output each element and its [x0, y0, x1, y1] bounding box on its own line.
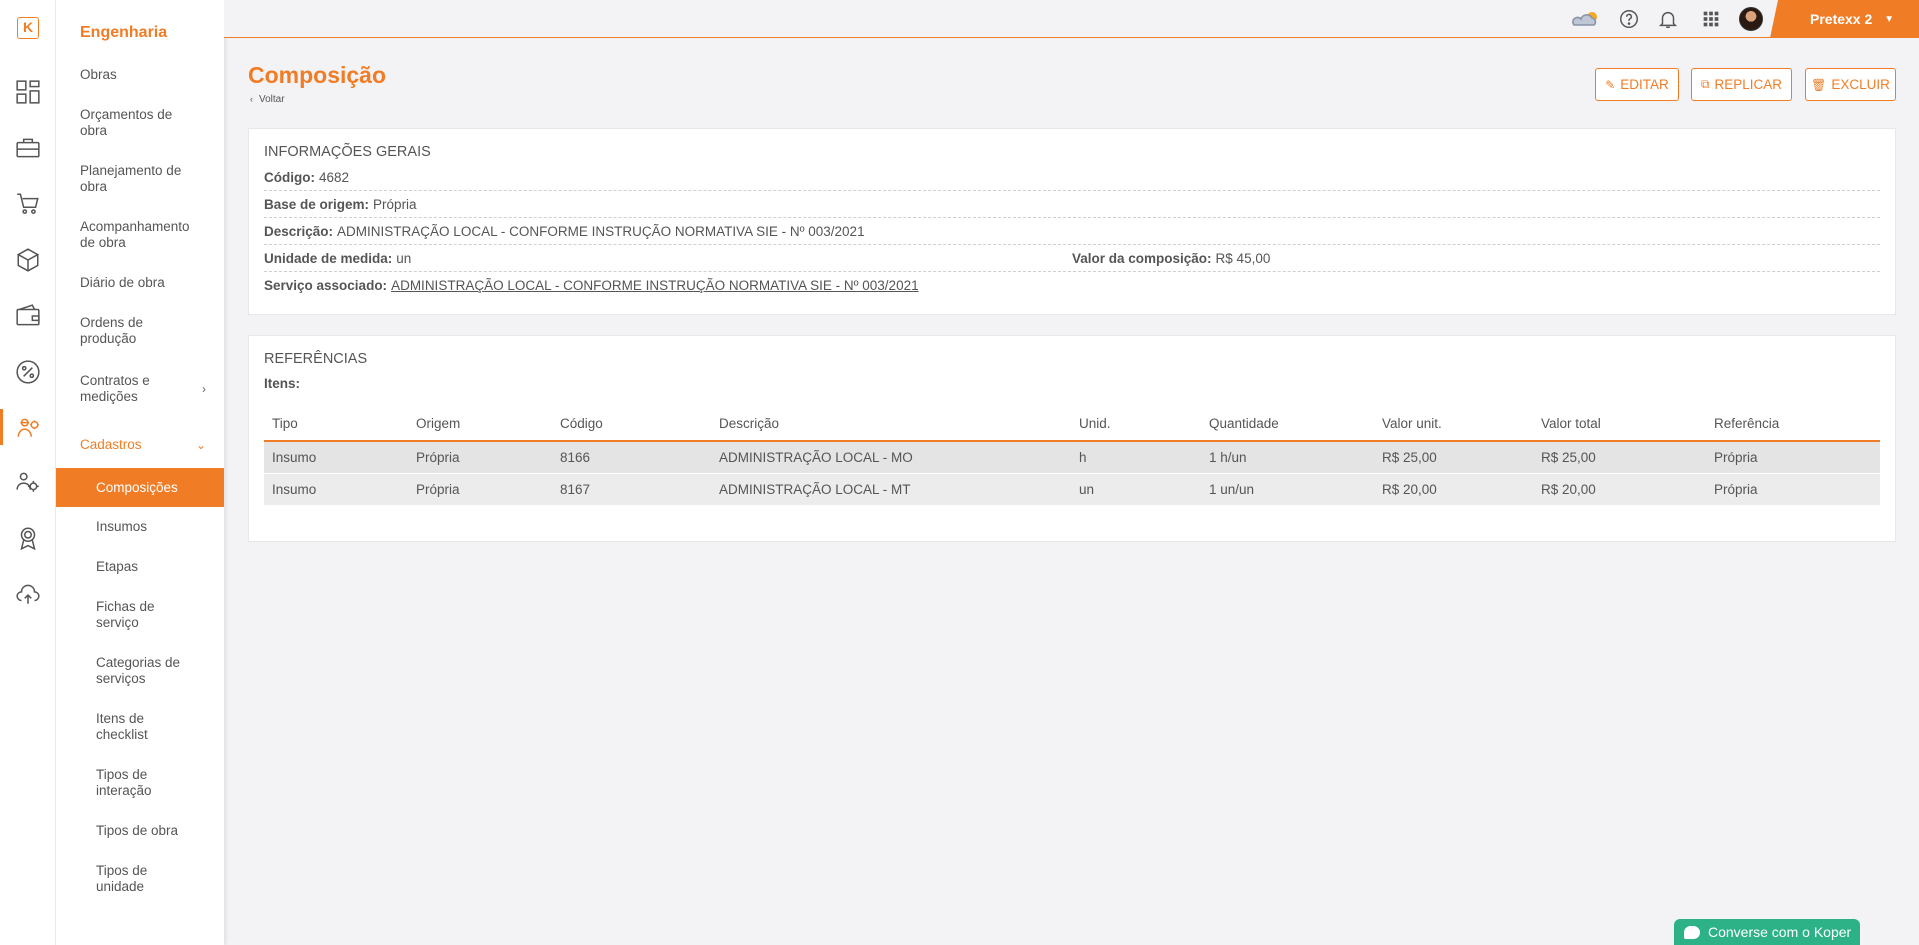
briefcase-icon[interactable] — [0, 128, 56, 168]
cloud-upload-icon[interactable] — [0, 574, 56, 614]
table-row[interactable]: Insumo Própria 8166 ADMINISTRAÇÃO LOCAL … — [264, 442, 1880, 474]
avatar[interactable] — [1739, 7, 1763, 31]
apps-grid-icon[interactable] — [1699, 8, 1723, 30]
info-codigo: Código: 4682 — [264, 164, 1880, 191]
col-unid: Unid. — [1079, 415, 1111, 431]
service-link[interactable]: ADMINISTRAÇÃO LOCAL - CONFORME INSTRUÇÃO… — [391, 278, 919, 293]
boxes-icon[interactable] — [0, 240, 56, 280]
col-quantidade: Quantidade — [1209, 415, 1279, 431]
delete-button[interactable]: 🗑 EXCLUIR — [1805, 68, 1896, 101]
sidebar-subitem-insumos[interactable]: Insumos — [56, 519, 224, 535]
badge-icon[interactable] — [0, 518, 56, 558]
icon-rail: K — [0, 0, 56, 945]
col-tipo: Tipo — [272, 415, 298, 431]
pencil-icon: ✎ — [1605, 77, 1616, 92]
info-valor: Valor da composição: R$ 45,00 — [1072, 250, 1271, 266]
sidebar-item-ordens[interactable]: Ordens de produção — [56, 315, 224, 347]
chevron-down-icon: ⌄ — [195, 438, 206, 452]
references-card: REFERÊNCIAS Itens: Tipo Origem Código De… — [248, 335, 1896, 542]
chat-bubble-icon — [1684, 925, 1700, 939]
general-info-title: INFORMAÇÕES GERAIS — [264, 144, 431, 160]
sidebar-item-contratos[interactable]: Contratos e medições › — [56, 373, 224, 405]
info-unidade-valor: Unidade de medida: un Valor da composição… — [264, 245, 1880, 272]
col-codigo: Código — [560, 415, 603, 431]
sidebar-subitem-tipos-unidade[interactable]: Tipos de unidade — [56, 863, 224, 895]
col-descricao: Descrição — [719, 415, 780, 431]
back-link[interactable]: ‹ Voltar — [250, 94, 285, 105]
people-settings-icon[interactable] — [0, 462, 56, 502]
wallet-icon[interactable] — [0, 296, 56, 336]
percent-icon[interactable] — [0, 352, 56, 392]
help-icon[interactable] — [1617, 8, 1641, 30]
col-valor-unit: Valor unit. — [1382, 415, 1442, 431]
chat-widget-button[interactable]: Converse com o Koper — [1674, 919, 1860, 945]
user-name: Pretexx 2 — [1810, 11, 1873, 27]
cart-icon[interactable] — [0, 184, 56, 224]
replicate-button[interactable]: ⧉ REPLICAR — [1691, 68, 1792, 101]
sidebar-item-obras[interactable]: Obras — [56, 67, 224, 83]
info-base: Base de origem: Própria — [264, 191, 1880, 218]
user-menu[interactable]: Pretexx 2 ▼ — [1770, 0, 1919, 38]
sidebar-subitem-composicoes[interactable]: Composições — [56, 468, 224, 507]
caret-down-icon: ▼ — [1884, 13, 1895, 25]
app-logo[interactable]: K — [17, 17, 39, 39]
engineering-icon[interactable] — [0, 407, 56, 447]
info-servico: Serviço associado: ADMINISTRAÇÃO LOCAL - … — [264, 278, 919, 293]
sidebar-subitem-fichas[interactable]: Fichas de serviço — [56, 599, 224, 631]
items-table: Tipo Origem Código Descrição Unid. Quant… — [264, 406, 1880, 506]
sidebar-subitem-interacao[interactable]: Tipos de interação — [56, 767, 224, 799]
module-title: Engenharia — [80, 24, 168, 41]
weather-icon[interactable] — [1570, 8, 1604, 30]
chevron-left-icon: ‹ — [250, 94, 253, 104]
items-label: Itens: — [264, 376, 301, 391]
sidebar-subitem-tipos-obra[interactable]: Tipos de obra — [56, 823, 224, 839]
dashboard-icon[interactable] — [0, 72, 56, 112]
sidebar-item-cadastros[interactable]: Cadastros ⌄ — [56, 437, 224, 453]
info-descricao: Descrição: ADMINISTRAÇÃO LOCAL - CONFORME… — [264, 218, 1880, 245]
sidebar-subitem-checklist[interactable]: Itens de checklist — [56, 711, 224, 743]
sidebar-item-diario[interactable]: Diário de obra — [56, 275, 224, 291]
sidebar-subitem-etapas[interactable]: Etapas — [56, 559, 224, 575]
sidebar-item-acompanhamento[interactable]: Acompanhamento de obra — [56, 219, 224, 251]
sidebar-item-planejamento[interactable]: Planejamento de obra — [56, 163, 224, 195]
references-title: REFERÊNCIAS — [264, 351, 368, 367]
general-info-card: INFORMAÇÕES GERAIS Código: 4682 Base de o… — [248, 128, 1896, 315]
module-sidebar: Engenharia Obras Orçamentos de obra Plan… — [56, 0, 224, 945]
chevron-right-icon: › — [202, 382, 206, 396]
table-header: Tipo Origem Código Descrição Unid. Quant… — [264, 406, 1880, 442]
trash-icon: 🗑 — [1811, 77, 1827, 92]
sidebar-subitem-categorias[interactable]: Categorias de serviços — [56, 655, 224, 687]
sidebar-item-orcamentos[interactable]: Orçamentos de obra — [56, 107, 224, 139]
copy-icon: ⧉ — [1700, 77, 1710, 91]
col-valor-total: Valor total — [1541, 415, 1601, 431]
table-row[interactable]: Insumo Própria 8167 ADMINISTRAÇÃO LOCAL … — [264, 474, 1880, 506]
page-title: Composição — [248, 62, 387, 88]
col-origem: Origem — [416, 415, 461, 431]
bell-icon[interactable] — [1656, 8, 1680, 30]
top-bar — [224, 0, 1919, 38]
col-referencia: Referência — [1714, 415, 1780, 431]
edit-button[interactable]: ✎ EDITAR — [1595, 68, 1679, 101]
